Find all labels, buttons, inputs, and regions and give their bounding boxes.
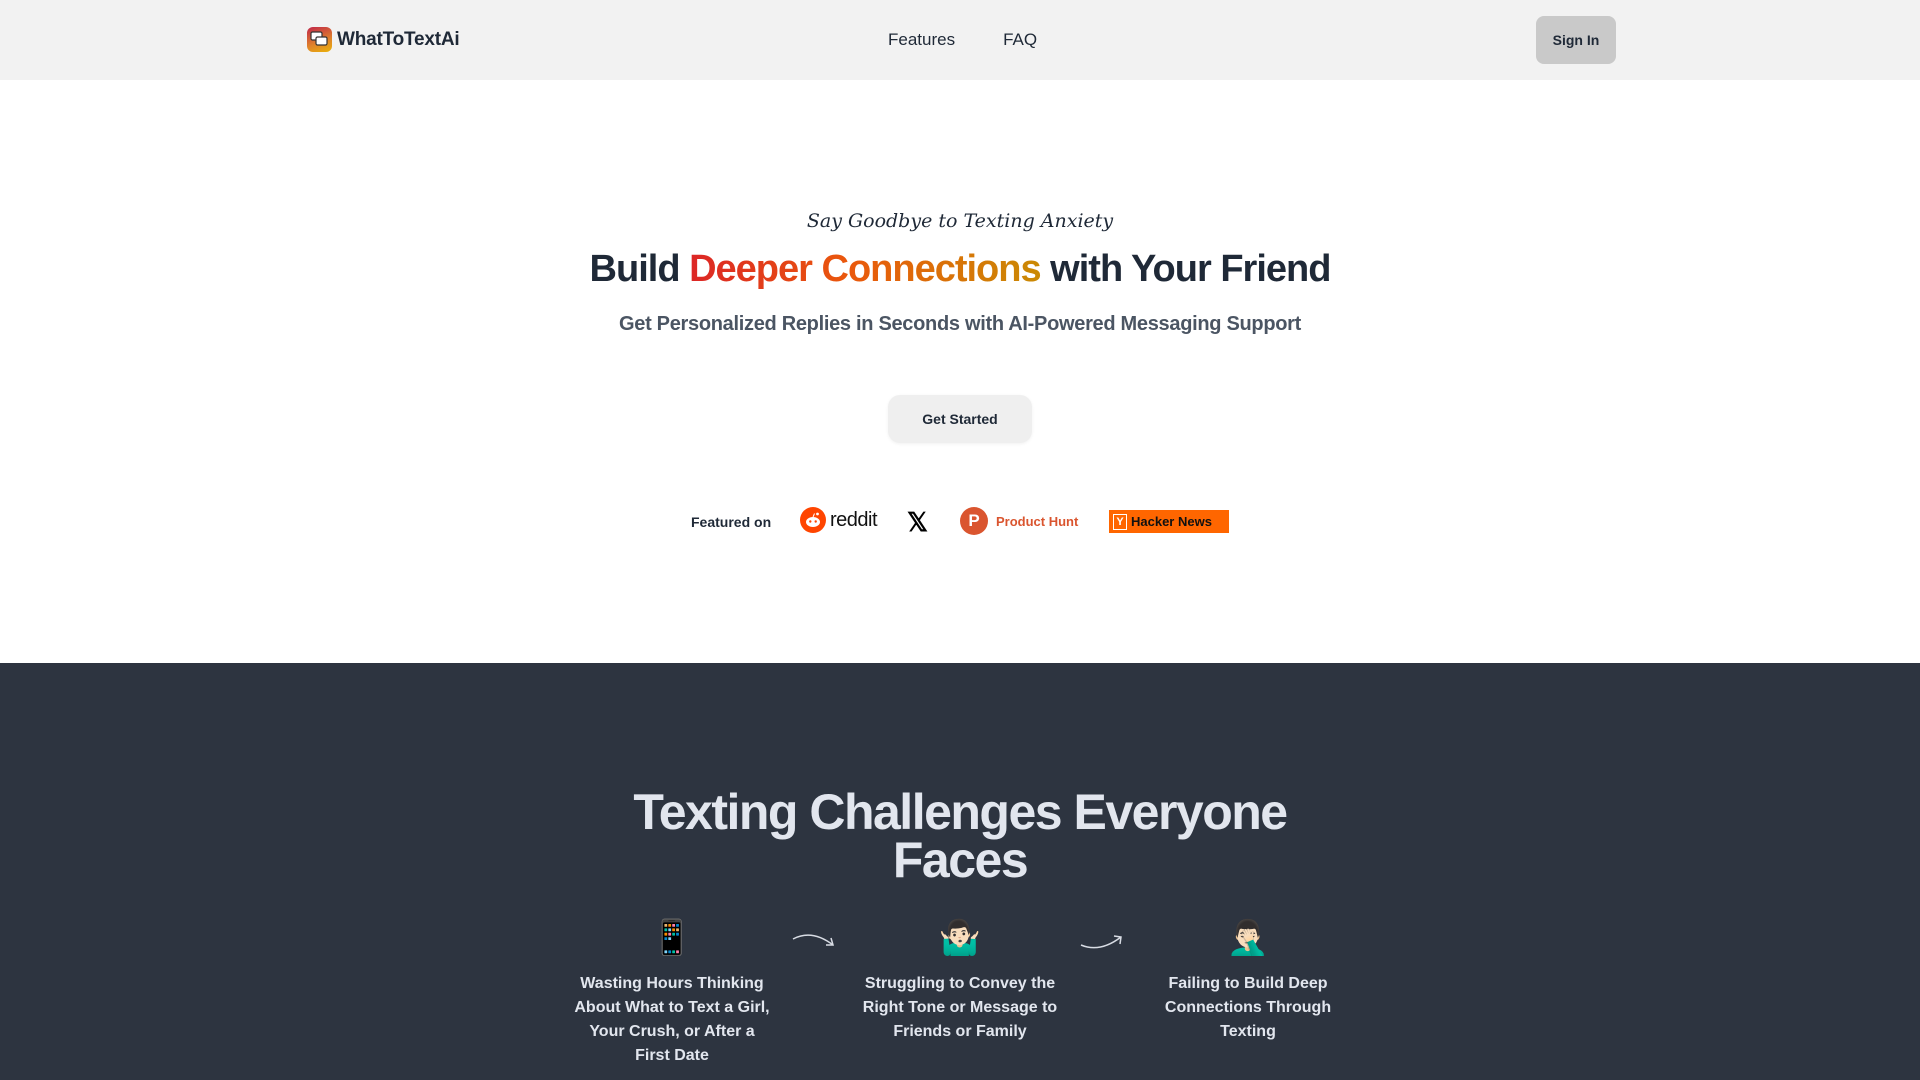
product-hunt-link[interactable]: P Product Hunt (960, 507, 1078, 535)
hero-subheading: Get Personalized Replies in Seconds with… (618, 313, 1302, 335)
curved-arrow-icon (792, 934, 834, 946)
y-combinator-icon: Y (1113, 513, 1127, 530)
challenge-text: Failing to Build Deep Connections Throug… (1164, 975, 1332, 1040)
challenges-title-text: Texting Challenges Everyone Faces (633, 784, 1288, 888)
curved-arrow-icon (1080, 935, 1122, 949)
nav-link-faq[interactable]: FAQ (1003, 30, 1037, 50)
challenge-item: 📱 Wasting Hours Thinking About What to T… (572, 918, 772, 1068)
navbar: WhatToTextAi Features FAQ Sign In (0, 0, 1920, 80)
facepalm-person-icon: 🤦🏻‍♂️ (1226, 919, 1270, 957)
get-started-button[interactable]: Get Started (888, 395, 1032, 443)
sign-in-button[interactable]: Sign In (1536, 16, 1616, 64)
challenge-item: 🤦🏻‍♂️ Failing to Build Deep Connections … (1148, 918, 1348, 1044)
featured-on-bar: Featured on reddit 𝕏 P Product Hunt Y Ha… (0, 507, 1920, 537)
product-hunt-icon: P (960, 507, 988, 535)
hero-tagline: Say Goodbye to Texting Anxiety (806, 210, 1114, 232)
challenges-title: Texting Challenges Everyone Faces (0, 784, 1920, 888)
shrugging-person-icon: 🤷🏻‍♂️ (938, 919, 982, 957)
hero-headline: Build Deeper Connections with Your Frien… (0, 248, 1920, 291)
hero-section: Say Goodbye to Texting Anxiety Build Dee… (0, 80, 1920, 663)
headline-post: with Your Friend (1040, 248, 1331, 290)
brand-link[interactable]: WhatToTextAi (307, 27, 460, 52)
headline-highlight: Deeper Connections (689, 248, 1042, 290)
challenges-section: Texting Challenges Everyone Faces 📱 Wast… (0, 663, 1920, 1080)
hacker-news-link[interactable]: Y Hacker News (1109, 510, 1229, 533)
chat-bubbles-logo-icon (307, 27, 332, 52)
brand-name: WhatToTextAi (337, 28, 460, 50)
reddit-wordmark: reddit (830, 508, 878, 531)
nav-links: Features FAQ (888, 30, 1037, 50)
hacker-news-wordmark: Hacker News (1131, 514, 1212, 529)
x-logo-icon[interactable]: 𝕏 (907, 509, 928, 535)
challenge-text: Struggling to Convey the Right Tone or M… (862, 975, 1058, 1040)
challenge-item: 🤷🏻‍♂️ Struggling to Convey the Right Ton… (860, 918, 1060, 1044)
mobile-phone-icon: 📱 (650, 919, 694, 957)
featured-label: Featured on (691, 514, 772, 530)
headline-pre: Build (589, 248, 690, 290)
reddit-link[interactable]: reddit (800, 507, 878, 533)
challenge-text: Wasting Hours Thinking About What to Tex… (574, 975, 770, 1064)
nav-link-features[interactable]: Features (888, 30, 955, 50)
reddit-alien-icon (800, 507, 826, 533)
product-hunt-wordmark: Product Hunt (996, 513, 1079, 529)
